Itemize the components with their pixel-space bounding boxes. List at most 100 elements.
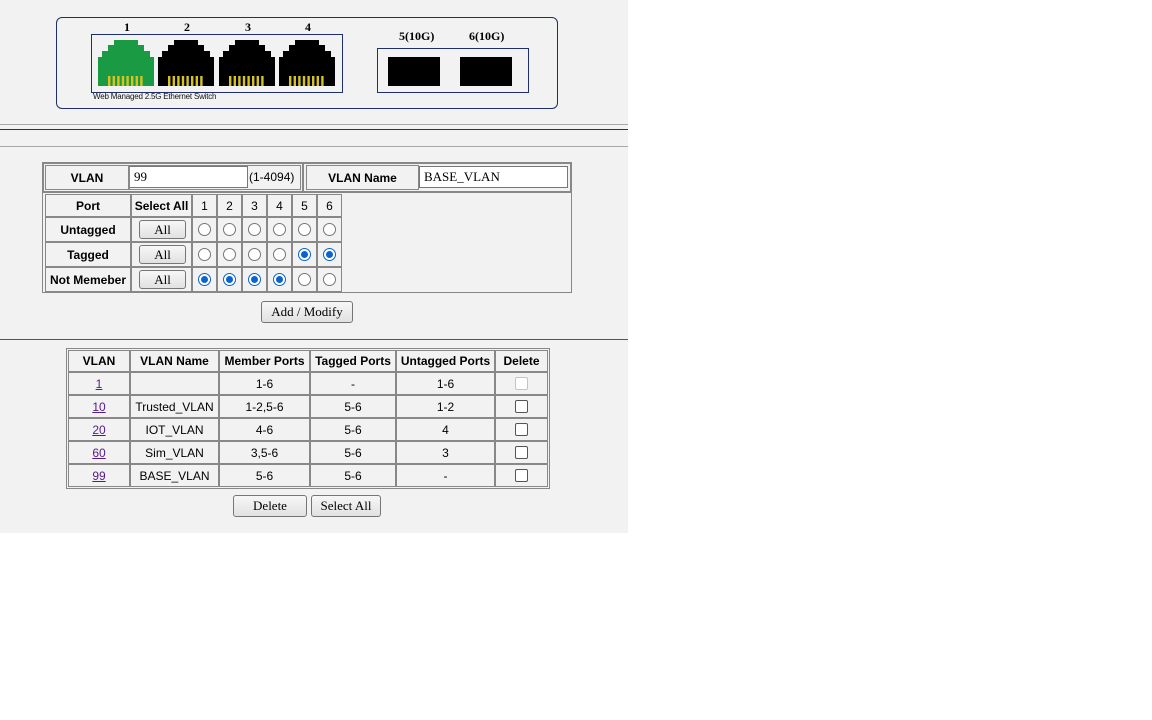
rj45-port-4-icon[interactable] [279, 40, 335, 86]
table-cell: 3,5-6 [219, 441, 310, 464]
member-ports-cell: 1-6 [255, 376, 274, 391]
member-ports-cell: 4-6 [255, 422, 274, 437]
tagged-all-button[interactable]: All [139, 245, 186, 264]
sfp-port-group [377, 48, 529, 93]
vlan-id-link[interactable]: 20 [92, 423, 105, 437]
tagged-ports-cell: 5-6 [344, 399, 362, 414]
table-cell: 1-6 [396, 372, 495, 395]
vlan-config-form: VLAN (1-4094) VLAN Name Port Select All … [42, 162, 572, 293]
table-cell: 5-6 [310, 464, 396, 487]
rj45-port-group [91, 34, 343, 93]
row-select-all-cell: All [131, 217, 192, 242]
radio-cell [242, 267, 267, 292]
port-header-6: 6 [317, 194, 342, 217]
vlan-name-cell: Trusted_VLAN [135, 399, 214, 414]
delete-checkbox[interactable] [515, 423, 528, 436]
radio-tagged-port-2[interactable] [223, 248, 236, 261]
radio-untagged-port-2[interactable] [223, 223, 236, 236]
rj45-port-3-icon[interactable] [219, 40, 275, 86]
sfp-port-5-label: 5(10G) [399, 29, 435, 43]
row-label-tagged: Tagged [45, 242, 131, 267]
radio-cell [267, 217, 292, 242]
vlan-id-link[interactable]: 99 [92, 469, 105, 483]
radio-not-memeber-port-2[interactable] [223, 273, 236, 286]
radio-tagged-port-6[interactable] [323, 248, 336, 261]
tagged-ports-header: Tagged Ports [310, 350, 396, 372]
rj45-port-1-icon[interactable] [98, 40, 154, 86]
table-cell: 1 [68, 372, 130, 395]
divider [0, 339, 628, 340]
table-cell: 5-6 [219, 464, 310, 487]
sfp-port-5-icon[interactable] [388, 57, 440, 86]
table-cell: 1-2,5-6 [219, 395, 310, 418]
radio-untagged-port-5[interactable] [298, 223, 311, 236]
row-select-all-cell: All [131, 267, 192, 292]
radio-untagged-port-4[interactable] [273, 223, 286, 236]
untagged-all-button[interactable]: All [139, 220, 186, 239]
table-cell: Trusted_VLAN [130, 395, 219, 418]
table-cell: 4-6 [219, 418, 310, 441]
radio-cell [292, 217, 317, 242]
table-cell: 3 [396, 441, 495, 464]
table-cell: - [310, 372, 396, 395]
tagged-ports-cell: - [351, 376, 355, 391]
untagged-ports-cell: - [443, 468, 448, 483]
vlan-name-cell: Sim_VLAN [145, 445, 204, 460]
radio-cell [292, 242, 317, 267]
radio-not-memeber-port-6[interactable] [323, 273, 336, 286]
vlan-id-link[interactable]: 10 [92, 400, 105, 414]
radio-cell [267, 242, 292, 267]
rj45-port-2-icon[interactable] [158, 40, 214, 86]
vlan-id-group-border [43, 163, 303, 192]
untagged-ports-cell: 4 [442, 422, 449, 437]
radio-tagged-port-4[interactable] [273, 248, 286, 261]
radio-untagged-port-6[interactable] [323, 223, 336, 236]
radio-tagged-port-3[interactable] [248, 248, 261, 261]
sfp-port-6-icon[interactable] [460, 57, 512, 86]
row-select-all-cell: All [131, 242, 192, 267]
delete-checkbox[interactable] [515, 400, 528, 413]
radio-cell [317, 217, 342, 242]
radio-untagged-port-1[interactable] [198, 223, 211, 236]
radio-not-memeber-port-5[interactable] [298, 273, 311, 286]
port-header-label: Port [45, 194, 131, 217]
vlan-name-cell: IOT_VLAN [145, 422, 204, 437]
radio-not-memeber-port-3[interactable] [248, 273, 261, 286]
select-all-button[interactable]: Select All [311, 495, 381, 517]
table-cell: 5-6 [310, 441, 396, 464]
radio-not-memeber-port-1[interactable] [198, 273, 211, 286]
port-number-1: 1 [124, 20, 130, 34]
vlan-header: VLAN [68, 350, 130, 372]
delete-checkbox[interactable] [515, 446, 528, 459]
radio-not-memeber-port-4[interactable] [273, 273, 286, 286]
table-cell: 5-6 [310, 395, 396, 418]
radio-tagged-port-5[interactable] [298, 248, 311, 261]
page-frame: 1 2 3 4 Web Managed 2.5G Ethernet Switch… [0, 0, 628, 533]
not-memeber-all-button[interactable]: All [139, 270, 186, 289]
port-number-3: 3 [245, 20, 251, 34]
untagged-ports-cell: 3 [442, 445, 449, 460]
vlan-name-cell: BASE_VLAN [139, 468, 210, 483]
vlan-name-group-border [303, 163, 571, 192]
delete-button[interactable]: Delete [233, 495, 307, 517]
vlan-table: VLAN VLAN Name Member Ports Tagged Ports Unt… [66, 348, 550, 489]
radio-cell [192, 267, 217, 292]
member-ports-header: Member Ports [219, 350, 310, 372]
tagged-ports-cell: 5-6 [344, 422, 362, 437]
radio-tagged-port-1[interactable] [198, 248, 211, 261]
radio-cell [292, 267, 317, 292]
table-cell: BASE_VLAN [130, 464, 219, 487]
table-cell: 60 [68, 441, 130, 464]
radio-cell [317, 267, 342, 292]
vlan-id-link[interactable]: 1 [96, 377, 103, 391]
radio-cell [217, 217, 242, 242]
table-cell [495, 464, 548, 487]
port-membership-matrix: Port Select All 123456 Untagged All Tagged… [43, 192, 571, 292]
switch-panel: 1 2 3 4 Web Managed 2.5G Ethernet Switch… [56, 17, 558, 109]
delete-checkbox[interactable] [515, 469, 528, 482]
vlan-id-link[interactable]: 60 [92, 446, 105, 460]
table-cell: 1-6 [219, 372, 310, 395]
add-modify-button[interactable]: Add / Modify [261, 301, 353, 323]
radio-untagged-port-3[interactable] [248, 223, 261, 236]
table-cell [495, 441, 548, 464]
